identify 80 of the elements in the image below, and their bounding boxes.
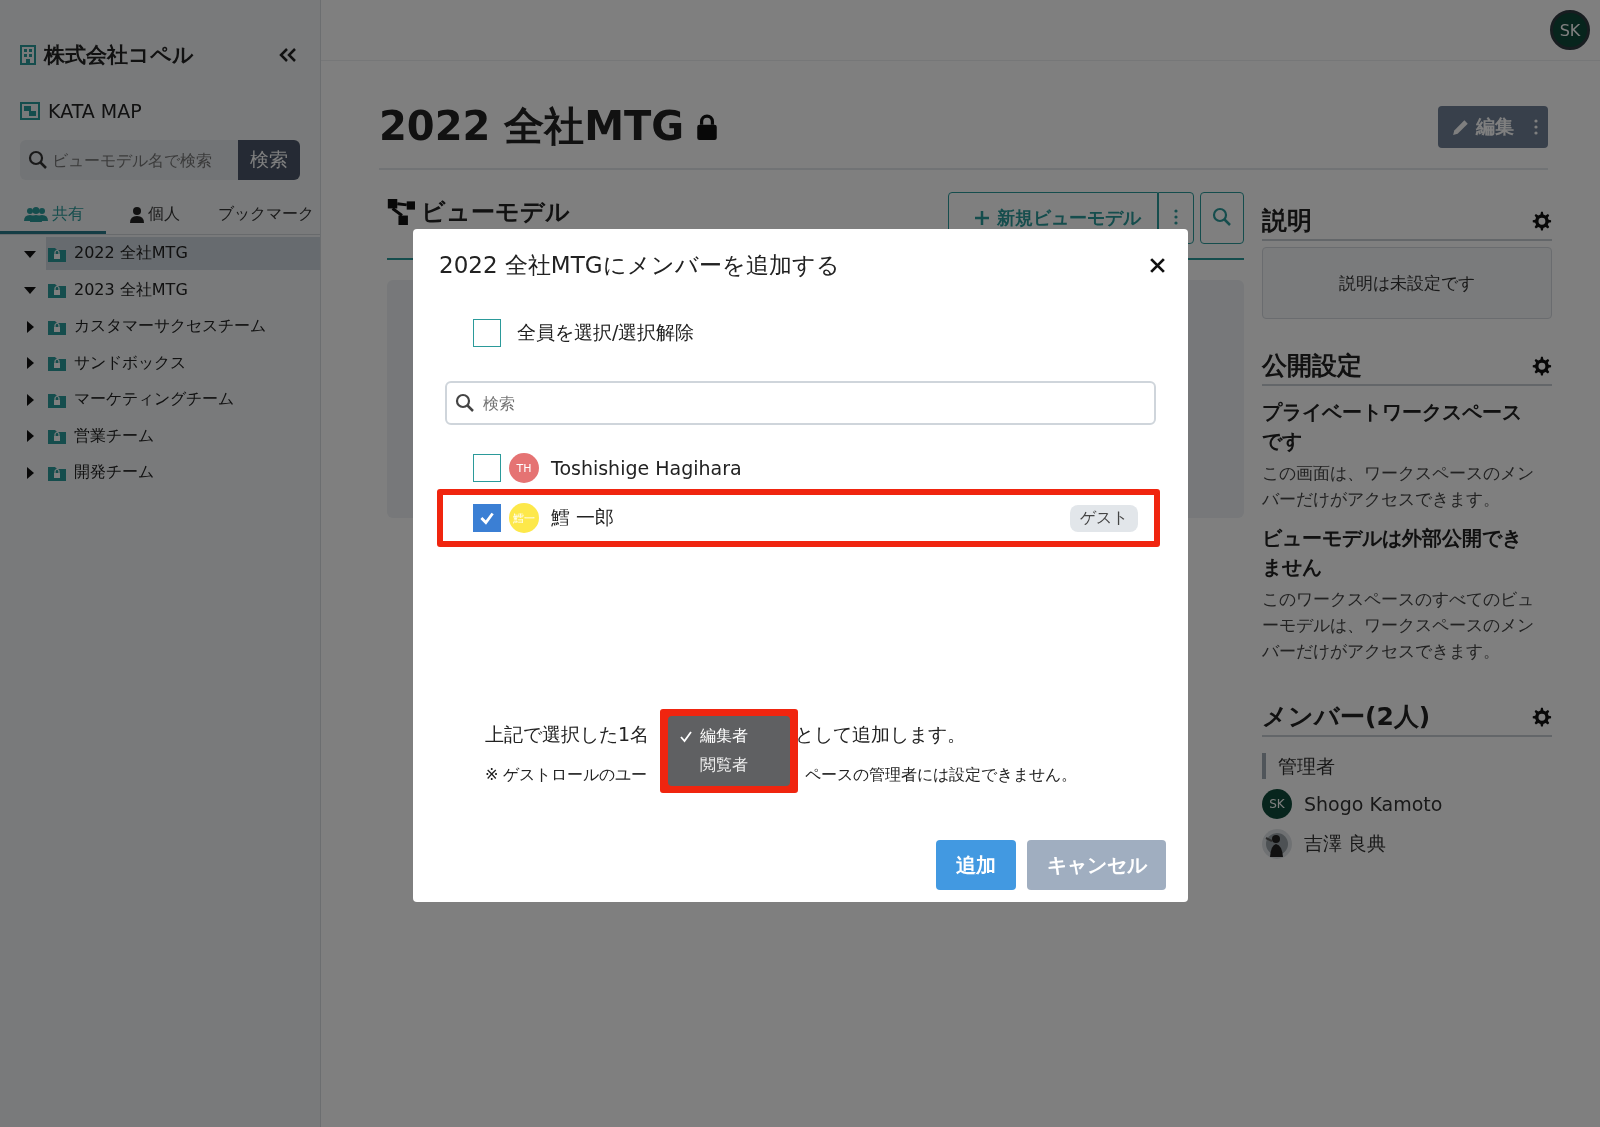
checkbox[interactable] <box>473 504 501 532</box>
checkbox[interactable] <box>473 454 501 482</box>
organization-name: 株式会社コペル <box>44 42 195 69</box>
visibility-description: この画面は、ワークスペースのメンバーだけがアクセスできます。 <box>1262 462 1535 511</box>
member-avatar: TH <box>509 453 539 483</box>
search-button[interactable]: 検索 <box>238 140 300 180</box>
map-icon <box>20 102 40 120</box>
settings-icon[interactable] <box>1530 209 1552 232</box>
locked-folder-icon <box>48 318 66 335</box>
more-icon <box>1534 118 1538 135</box>
settings-icon[interactable] <box>1530 354 1552 377</box>
member-name: Toshishige Hagihara <box>551 457 743 479</box>
check-icon <box>680 730 692 743</box>
empty-description-text: 説明は未設定です <box>1339 271 1475 295</box>
guest-badge: ゲスト <box>1070 504 1138 532</box>
search-icon <box>28 150 48 170</box>
member-group-label: 管理者 <box>1262 753 1552 779</box>
member-avatar: SK <box>1262 789 1292 819</box>
select-all-label[interactable]: 全員を選択/選択解除 <box>517 320 695 346</box>
people-icon <box>24 206 48 223</box>
sidebar-tab[interactable]: 共有 <box>0 198 106 234</box>
cancel-button[interactable]: キャンセル <box>1027 840 1166 890</box>
section-heading: 公開設定 <box>1262 350 1362 382</box>
collapse-icon[interactable] <box>278 47 298 63</box>
user-avatar[interactable]: SK <box>1550 10 1590 50</box>
search-field[interactable]: 検索 <box>445 381 1156 425</box>
caret-icon[interactable] <box>24 320 36 333</box>
member-name: 吉澤 良典 <box>1304 831 1387 856</box>
instruction-text: 上記で選択した1名 <box>485 722 650 747</box>
caret-icon[interactable] <box>24 284 36 296</box>
sidebar-tab[interactable]: 個人 <box>106 198 212 234</box>
settings-icon[interactable] <box>1530 705 1552 728</box>
locked-folder-icon <box>48 464 66 481</box>
page-title: 2022 全社MTG <box>379 102 685 151</box>
instruction-text: として追加します。 <box>795 722 967 747</box>
add-button[interactable]: 追加 <box>936 840 1016 890</box>
locked-folder-icon <box>48 391 66 408</box>
visibility-title: ビューモデルは外部公開できません <box>1262 525 1523 581</box>
caret-icon[interactable] <box>24 430 36 442</box>
locked-folder-icon <box>48 282 66 298</box>
member-name: Shogo Kamoto <box>1304 793 1443 815</box>
network-icon <box>387 199 417 225</box>
person-icon <box>130 206 144 223</box>
plus-icon <box>975 211 989 225</box>
more-icon <box>1174 208 1178 225</box>
tree-item[interactable]: 2022 全社MTG <box>46 237 320 270</box>
pencil-icon <box>1452 117 1470 136</box>
tree-item[interactable]: サンドボックス <box>46 346 320 380</box>
visibility-description: このワークスペースのすべてのビューモデルは、ワークスペースのメンバーだけがアクセスできます。 <box>1262 588 1535 663</box>
app-name[interactable]: KATA MAP <box>48 100 142 122</box>
close-icon[interactable] <box>1149 256 1166 274</box>
tree-item[interactable]: 開発チーム <box>46 456 320 489</box>
search-icon <box>455 393 475 413</box>
section-heading: 説明 <box>1262 205 1312 237</box>
search-button[interactable] <box>1200 192 1244 244</box>
member-name: 鱈 一郎 <box>551 505 616 530</box>
menu-option[interactable]: 編集者 <box>668 722 790 751</box>
locked-folder-icon <box>48 355 66 371</box>
tree-item[interactable]: 2023 全社MTG <box>46 273 320 307</box>
locked-folder-icon <box>48 245 66 262</box>
section-heading: メンバー(2人) <box>1262 701 1431 733</box>
tree-item[interactable]: マーケティングチーム <box>46 383 320 416</box>
building-icon <box>20 44 36 66</box>
note-text: ペースの管理者には設定できません。 <box>804 764 1077 786</box>
caret-icon[interactable] <box>24 466 36 479</box>
menu-option[interactable]: 閲覧者 <box>668 751 790 780</box>
caret-icon[interactable] <box>24 393 36 406</box>
visibility-title: プライベートワークスペースです <box>1262 399 1523 455</box>
member-avatar: 鱈一 <box>509 503 539 533</box>
edit-button[interactable]: 編集 <box>1438 105 1548 148</box>
tree-item[interactable]: カスタマーサクセスチーム <box>46 310 320 343</box>
search-icon <box>1212 206 1232 227</box>
locked-folder-icon <box>48 428 66 444</box>
sidebar-tab[interactable]: ブックマーク <box>212 198 320 234</box>
dialog-title: 2022 全社MTGにメンバーを追加する <box>439 250 840 280</box>
caret-icon[interactable] <box>24 357 36 369</box>
section-heading: ビューモデル <box>421 197 570 228</box>
tree-item[interactable]: 営業チーム <box>46 419 320 453</box>
checkbox[interactable] <box>473 319 501 347</box>
note-text: ※ ゲストロールのユー <box>485 764 648 786</box>
